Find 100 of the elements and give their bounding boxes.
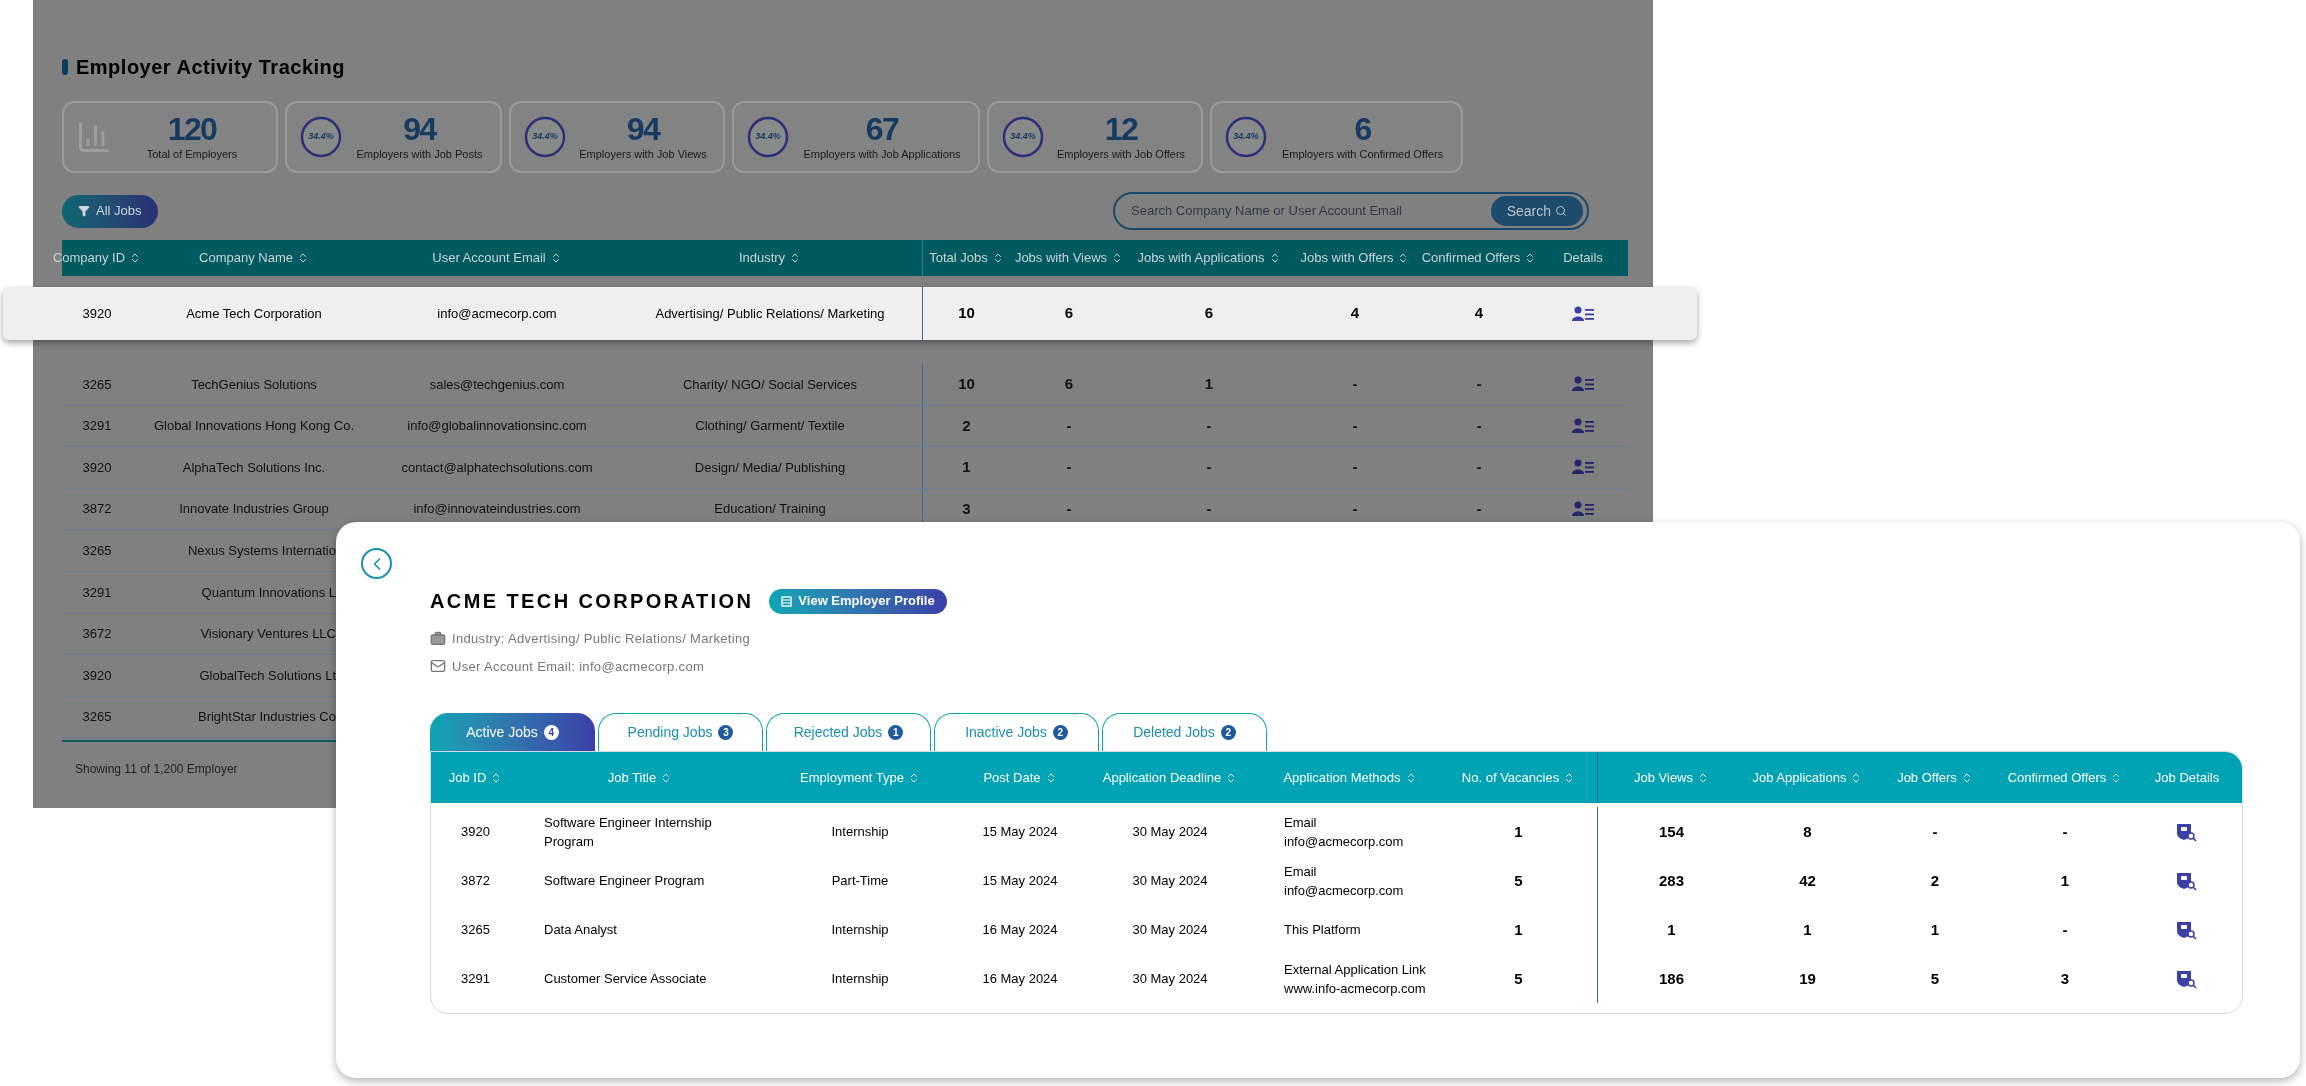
table-row[interactable]: 3920 AlphaTech Solutions Inc. contact@alphatechsolutions.com Design/ Media/ Publishing 1 - - - - bbox=[62, 447, 1628, 489]
filter-button[interactable]: All Jobs bbox=[62, 194, 158, 228]
column-header[interactable]: Employment Type bbox=[800, 767, 904, 788]
tab[interactable]: Rejected Jobs 1 bbox=[766, 713, 931, 751]
table-row[interactable]: 3872 Software Engineer Program Part-Time 15 May 2024 30 May 2024 Email info@acmecorp.com 5 283 42 2 1 bbox=[431, 856, 2242, 905]
table-row[interactable]: 3291 Customer Service Associate Internship 16 May 2024 30 May 2024 External Application Link www.info-acmecorp.com 5 186 19 5 3 bbox=[431, 954, 2242, 1003]
column-header[interactable]: Industry bbox=[738, 248, 786, 268]
bar-chart-icon bbox=[76, 119, 112, 155]
table-cell-text: Acme Tech Corporation bbox=[185, 304, 323, 323]
user-list-icon[interactable] bbox=[1572, 459, 1594, 476]
progress-ring-icon bbox=[1001, 115, 1045, 159]
table-cell: 154 bbox=[1659, 822, 1684, 841]
table-cell-text: 3920 bbox=[81, 458, 113, 477]
table-cell-text: contact@alphatechsolutions.com bbox=[400, 458, 594, 477]
column-header[interactable]: Details bbox=[1563, 248, 1603, 268]
table-row[interactable]: 3265 Nexus Systems Internatio bbox=[62, 530, 336, 572]
column-header[interactable]: Job Offers bbox=[1897, 767, 1957, 788]
column-header[interactable]: Total Jobs bbox=[929, 248, 988, 268]
table-cell-text: 4 bbox=[1349, 303, 1361, 324]
table-cell-text: BrightStar Industries Co bbox=[197, 708, 336, 727]
column-header[interactable]: Job Details bbox=[2154, 767, 2220, 788]
column-header[interactable]: Confirmed Offers bbox=[2007, 767, 2107, 788]
table-cell-text: - bbox=[1351, 374, 1359, 395]
table-cell: - bbox=[1932, 822, 1938, 841]
table-cell-text: 6 bbox=[1203, 303, 1215, 324]
table-cell: 1 bbox=[1667, 920, 1676, 939]
briefcase-icon bbox=[430, 630, 446, 647]
table-cell-text: - bbox=[1065, 498, 1073, 519]
table-cell-text: 3672 bbox=[81, 625, 113, 644]
table-cell: 5 bbox=[1930, 969, 1940, 988]
stat-label: Employers with Job Views bbox=[579, 146, 707, 162]
table-cell-text: Email info@acmecorp.com bbox=[1284, 813, 1404, 851]
column-header[interactable]: Company Name bbox=[199, 248, 293, 268]
table-row[interactable]: 3265 TechGenius Solutions sales@techgenius.com Charity/ NGO/ Social Services 10 6 1 - - bbox=[62, 364, 1628, 406]
table-cell-text: External Application Link www.info-acmecorp.com bbox=[1284, 960, 1426, 998]
column-header[interactable]: No. of Vacancies bbox=[1461, 767, 1560, 788]
column-header[interactable]: Post Date bbox=[983, 767, 1041, 788]
table-cell-text: 4 bbox=[1473, 303, 1485, 324]
table-cell-text: TechGenius Solutions bbox=[190, 375, 318, 394]
user-list-icon[interactable] bbox=[1572, 376, 1594, 393]
progress-ring-icon bbox=[1224, 115, 1268, 159]
column-header[interactable]: Job Title bbox=[607, 767, 657, 788]
sort-icon[interactable] bbox=[1697, 771, 1709, 784]
search-button[interactable]: Search bbox=[1490, 196, 1583, 226]
stat-label: Employers with Job Posts bbox=[356, 146, 483, 162]
highlighted-row[interactable]: 3920 Acme Tech Corporation info@acmecorp.com Advertising/ Public Relations/ Marketing 10 6 6 4 4 bbox=[62, 287, 1628, 340]
column-header[interactable]: Job Views bbox=[1634, 767, 1693, 788]
tab[interactable]: Inactive Jobs 2 bbox=[934, 713, 1099, 751]
table-cell-text: 15 May 2024 bbox=[982, 823, 1058, 841]
progress-ring-icon bbox=[299, 115, 343, 159]
table-row[interactable]: 3265 Data Analyst Internship 16 May 2024 30 May 2024 This Platform 1 1 1 1 - bbox=[431, 905, 2242, 954]
column-header[interactable]: Confirmed Offers bbox=[1421, 248, 1521, 268]
job-search-icon[interactable] bbox=[2176, 870, 2198, 891]
search-field[interactable]: Search Company Name or User Account Email Search bbox=[1113, 192, 1589, 230]
column-header[interactable]: Jobs with Applications bbox=[1137, 248, 1265, 268]
job-search-icon[interactable] bbox=[2176, 968, 2198, 989]
table-cell-text: Internship bbox=[831, 823, 889, 841]
table-cell-text: - bbox=[1205, 498, 1213, 519]
tab[interactable]: Active Jobs 4 bbox=[430, 713, 595, 751]
tab[interactable]: Pending Jobs 3 bbox=[598, 713, 763, 751]
table-cell-text: Customer Service Associate bbox=[544, 970, 707, 988]
table-cell-text: info@acmecorp.com bbox=[436, 304, 558, 323]
column-header[interactable]: Application Deadline bbox=[1102, 767, 1222, 788]
table-cell-text: Internship bbox=[831, 921, 889, 939]
column-header[interactable]: Jobs with Views bbox=[1014, 248, 1108, 268]
user-list-icon[interactable] bbox=[1572, 501, 1594, 518]
table-cell: 1 bbox=[2060, 871, 2070, 890]
stat-label: Total of Employers bbox=[146, 146, 238, 162]
table-cell-text: - bbox=[1205, 457, 1213, 478]
job-search-icon[interactable] bbox=[2176, 821, 2198, 842]
user-list-icon[interactable] bbox=[1572, 417, 1594, 434]
table-cell: 1 bbox=[1803, 920, 1812, 939]
table-row[interactable]: 3291 Global Innovations Hong Kong Co. info@globalinnovationsinc.com Clothing/ Garment/ Textile 2 - - - - bbox=[62, 405, 1628, 448]
table-cell-text: - bbox=[1205, 415, 1213, 436]
table-row[interactable]: 3920 Software Engineer Internship Program Internship 15 May 2024 30 May 2024 Email info@acmecorp.com 1 154 8 - - bbox=[431, 807, 2242, 856]
column-header[interactable]: Job Applications bbox=[1752, 767, 1847, 788]
stat-value: 94 bbox=[403, 111, 436, 146]
column-header[interactable]: Job ID bbox=[448, 767, 487, 788]
stat-label: Employers with Job Applications bbox=[803, 146, 961, 162]
column-header[interactable]: Jobs with Offers bbox=[1300, 248, 1394, 268]
table-cell: 5 bbox=[1514, 969, 1523, 988]
table-cell-text: 3265 bbox=[81, 375, 113, 394]
table-cell: 3 bbox=[2060, 969, 2070, 988]
table-cell-text: Innovate Industries Group bbox=[178, 500, 330, 519]
view-profile-button[interactable]: View Employer Profile bbox=[769, 588, 947, 614]
filter-icon bbox=[78, 205, 90, 217]
table-footer: Showing 11 of 1,200 Employer bbox=[62, 762, 238, 777]
table-cell-text: Nexus Systems Internatio bbox=[186, 541, 336, 560]
table-cell-text: 15 May 2024 bbox=[982, 872, 1058, 890]
column-header[interactable]: User Account Email bbox=[432, 248, 546, 268]
progress-ring-icon bbox=[523, 115, 567, 159]
column-header[interactable]: Application Methods bbox=[1283, 767, 1401, 788]
table-cell-text: 3265 bbox=[81, 541, 113, 560]
user-list-icon[interactable] bbox=[1572, 305, 1594, 322]
job-search-icon[interactable] bbox=[2176, 919, 2198, 940]
mail-icon bbox=[430, 658, 446, 675]
back-button[interactable] bbox=[361, 548, 392, 579]
tab[interactable]: Deleted Jobs 2 bbox=[1102, 713, 1267, 751]
industry-text: Industry: Advertising/ Public Relations/ Marketing bbox=[452, 630, 751, 648]
percent-label: 34.4% bbox=[1010, 130, 1036, 144]
